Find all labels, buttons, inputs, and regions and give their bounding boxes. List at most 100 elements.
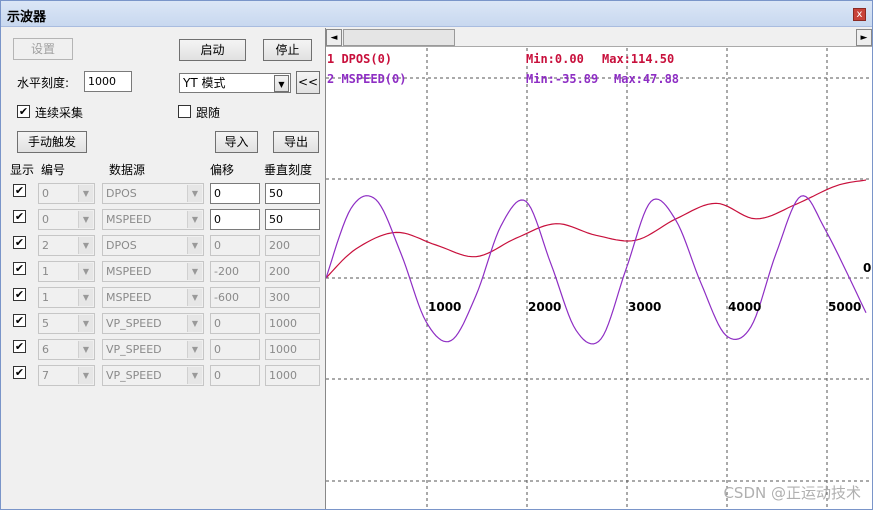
- chevron-down-icon: ▼: [187, 263, 202, 280]
- row-source-value: DPOS: [106, 187, 137, 200]
- row-source-value: VP_SPEED: [106, 343, 162, 356]
- row-source-value: MSPEED: [106, 265, 152, 278]
- chevron-down-icon: ▼: [187, 237, 202, 254]
- row-offset-input[interactable]: -200: [210, 261, 260, 282]
- row-scale-input[interactable]: 50: [265, 183, 320, 204]
- row-num-value: 1: [42, 291, 49, 304]
- x-tick-label: 4000: [728, 300, 761, 314]
- row-show-checkbox[interactable]: ✔: [13, 340, 26, 353]
- row-num-select[interactable]: 6 ▼: [38, 339, 95, 360]
- row-source-select[interactable]: MSPEED ▼: [102, 261, 204, 282]
- title-bar: 示波器 x: [1, 1, 872, 27]
- legend-1-min: Min:0.00: [526, 52, 584, 66]
- mode-select[interactable]: YT 模式 ▼: [179, 73, 291, 93]
- row-offset-input[interactable]: -600: [210, 287, 260, 308]
- row-num-select[interactable]: 0 ▼: [38, 209, 95, 230]
- row-num-value: 6: [42, 343, 49, 356]
- row-show-checkbox[interactable]: ✔: [13, 262, 26, 275]
- oscilloscope-window: 示波器 x 设置 启动 停止 水平刻度: 1000 YT 模式 ▼ << ✔ 连…: [0, 0, 873, 510]
- x-tick-label: 2000: [528, 300, 561, 314]
- row-num-select[interactable]: 1 ▼: [38, 261, 95, 282]
- hscale-input[interactable]: 1000: [84, 71, 132, 92]
- row-show-checkbox[interactable]: ✔: [13, 314, 26, 327]
- row-scale-input[interactable]: 200: [265, 235, 320, 256]
- chevron-down-icon: ▼: [187, 315, 202, 332]
- mspeed-trace: [326, 195, 867, 345]
- collapse-button[interactable]: <<: [296, 71, 320, 94]
- row-offset-input[interactable]: 0: [210, 235, 260, 256]
- grid: [326, 48, 872, 508]
- row-offset-input[interactable]: 0: [210, 209, 260, 230]
- row-scale-input[interactable]: 200: [265, 261, 320, 282]
- chevron-down-icon: ▼: [274, 75, 289, 92]
- continuous-checkbox[interactable]: ✔: [17, 105, 30, 118]
- follow-label: 跟随: [196, 106, 221, 120]
- chevron-down-icon: ▼: [78, 341, 93, 358]
- scroll-thumb[interactable]: [343, 29, 455, 46]
- row-offset-input[interactable]: 0: [210, 339, 260, 360]
- stop-button[interactable]: 停止: [263, 39, 312, 61]
- row-scale-input[interactable]: 1000: [265, 339, 320, 360]
- row-scale-input[interactable]: 50: [265, 209, 320, 230]
- row-source-select[interactable]: VP_SPEED ▼: [102, 313, 204, 334]
- chevron-down-icon: ▼: [187, 185, 202, 202]
- chevron-down-icon: ▼: [78, 315, 93, 332]
- row-num-select[interactable]: 5 ▼: [38, 313, 95, 334]
- row-show-checkbox[interactable]: ✔: [13, 184, 26, 197]
- follow-checkbox[interactable]: [178, 105, 191, 118]
- chevron-down-icon: ▼: [78, 211, 93, 228]
- row-show-checkbox[interactable]: ✔: [13, 236, 26, 249]
- row-num-select[interactable]: 1 ▼: [38, 287, 95, 308]
- chevron-down-icon: ▼: [78, 185, 93, 202]
- row-offset-input[interactable]: 0: [210, 183, 260, 204]
- chevron-down-icon: ▼: [78, 263, 93, 280]
- start-button[interactable]: 启动: [179, 39, 246, 61]
- scroll-right-icon[interactable]: ►: [856, 29, 872, 46]
- row-num-select[interactable]: 0 ▼: [38, 183, 95, 204]
- legend-2-min: Min:-35.89: [526, 72, 598, 86]
- row-source-select[interactable]: DPOS ▼: [102, 183, 204, 204]
- row-source-select[interactable]: MSPEED ▼: [102, 209, 204, 230]
- row-source-select[interactable]: VP_SPEED ▼: [102, 339, 204, 360]
- x-tick-label: 1000: [428, 300, 461, 314]
- header-offset: 偏移: [210, 163, 235, 177]
- row-num-value: 0: [42, 213, 49, 226]
- row-source-value: VP_SPEED: [106, 369, 162, 382]
- chevron-down-icon: ▼: [78, 237, 93, 254]
- scope-panel: ◄ ► 1000 2000 3000 4000 5000 0 1 DPOS(0) Min…: [325, 28, 872, 509]
- row-num-value: 2: [42, 239, 49, 252]
- legend-1-max: Max:114.50: [602, 52, 674, 66]
- row-show-checkbox[interactable]: ✔: [13, 366, 26, 379]
- row-num-select[interactable]: 7 ▼: [38, 365, 95, 386]
- header-show: 显示: [10, 163, 35, 177]
- row-show-checkbox[interactable]: ✔: [13, 210, 26, 223]
- header-source: 数据源: [109, 163, 146, 177]
- row-scale-input[interactable]: 300: [265, 287, 320, 308]
- row-source-select[interactable]: VP_SPEED ▼: [102, 365, 204, 386]
- row-source-value: VP_SPEED: [106, 317, 162, 330]
- watermark: CSDN @正运动技术: [723, 484, 861, 502]
- row-source-select[interactable]: DPOS ▼: [102, 235, 204, 256]
- row-scale-input[interactable]: 1000: [265, 313, 320, 334]
- row-offset-input[interactable]: 0: [210, 365, 260, 386]
- scroll-left-icon[interactable]: ◄: [326, 29, 342, 46]
- chevron-down-icon: ▼: [187, 289, 202, 306]
- zero-label: 0: [863, 261, 871, 275]
- row-num-value: 1: [42, 265, 49, 278]
- manual-trigger-button[interactable]: 手动触发: [17, 131, 87, 153]
- close-icon[interactable]: x: [853, 8, 866, 21]
- control-panel: 设置 启动 停止 水平刻度: 1000 YT 模式 ▼ << ✔ 连续采集 跟随…: [1, 28, 324, 509]
- import-button[interactable]: 导入: [215, 131, 258, 153]
- row-scale-input[interactable]: 1000: [265, 365, 320, 386]
- chevron-down-icon: ▼: [78, 289, 93, 306]
- x-tick-label: 3000: [628, 300, 661, 314]
- row-offset-input[interactable]: 0: [210, 313, 260, 334]
- row-source-value: MSPEED: [106, 213, 152, 226]
- chevron-down-icon: ▼: [78, 367, 93, 384]
- horizontal-scrollbar[interactable]: ◄ ►: [326, 28, 872, 47]
- export-button[interactable]: 导出: [273, 131, 319, 153]
- settings-button[interactable]: 设置: [13, 38, 73, 60]
- row-show-checkbox[interactable]: ✔: [13, 288, 26, 301]
- row-num-select[interactable]: 2 ▼: [38, 235, 95, 256]
- row-source-select[interactable]: MSPEED ▼: [102, 287, 204, 308]
